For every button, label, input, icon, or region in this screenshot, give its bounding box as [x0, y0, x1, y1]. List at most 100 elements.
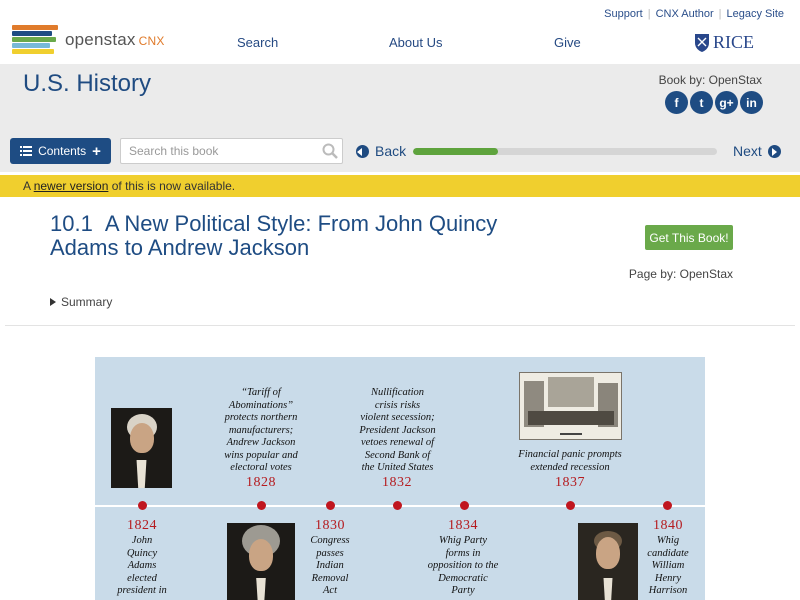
- event-text-line: elected: [127, 572, 157, 584]
- event-text-line: manufacturers;: [228, 424, 294, 436]
- event-1828-text: “Tariff of Abominations” protects northern…: [216, 387, 306, 475]
- linkedin-icon[interactable]: in: [740, 91, 763, 114]
- year-1840: 1840: [653, 518, 683, 533]
- event-text-line: electoral votes: [230, 462, 292, 473]
- year-1834: 1834: [448, 518, 478, 533]
- event-text-line: Party: [451, 585, 475, 596]
- event-text-line: Nullification: [370, 387, 425, 398]
- back-button[interactable]: Back: [356, 143, 406, 159]
- contents-label: Contents: [38, 144, 87, 158]
- event-text-line: opposition to the: [427, 560, 499, 571]
- nav-search[interactable]: Search: [237, 35, 278, 50]
- financial-panic-engraving: [519, 372, 622, 440]
- list-icon: [20, 146, 33, 156]
- event-text-line: Democratic: [438, 572, 488, 584]
- book-title[interactable]: U.S. History: [23, 70, 151, 98]
- timeline-dot: [393, 501, 402, 510]
- section-title-text: A New Political Style: From John Quincy …: [50, 211, 498, 260]
- event-text-line: forms in: [445, 547, 481, 559]
- year-1837: 1837: [555, 475, 585, 490]
- event-1840-text: Whig candidate William Henry Harrison: [638, 535, 698, 598]
- event-1830-text: Congress passes Indian Removal Act: [300, 535, 360, 598]
- google-plus-icon[interactable]: g+: [715, 91, 738, 114]
- year-1830: 1830: [315, 518, 345, 533]
- back-label: Back: [375, 143, 407, 159]
- event-text-line: Andrew Jackson: [226, 437, 296, 448]
- triangle-right-icon: [50, 298, 56, 306]
- book-progress-bar: [413, 148, 717, 155]
- next-label: Next: [733, 143, 762, 159]
- event-text-line: Quincy: [126, 547, 158, 559]
- timeline-dot: [257, 501, 266, 510]
- year-1824: 1824: [127, 518, 157, 533]
- page-author: Page by: OpenStax: [628, 267, 733, 281]
- get-this-book-button[interactable]: Get This Book!: [645, 225, 733, 250]
- event-text-line: extended recession: [530, 461, 610, 473]
- timeline-dot: [566, 501, 575, 510]
- event-text-line: passes: [316, 547, 344, 559]
- event-text-line: Henry: [654, 572, 682, 584]
- andrew-jackson-portrait: [227, 523, 295, 600]
- book-stack-icon: [12, 25, 58, 55]
- twitter-icon[interactable]: t: [690, 91, 713, 114]
- legacy-site-link[interactable]: Legacy Site: [722, 8, 789, 20]
- next-button[interactable]: Next: [733, 143, 781, 159]
- event-text-line: Whig Party: [438, 535, 488, 546]
- event-text-line: Indian: [316, 560, 344, 571]
- event-text-line: president in: [117, 585, 167, 596]
- event-text-line: candidate: [647, 547, 689, 559]
- section-title: 10.1 A New Political Style: From John Qui…: [50, 212, 570, 260]
- search-input[interactable]: [121, 139, 311, 163]
- social-share: f t g+ in: [665, 91, 763, 114]
- search-box: [120, 138, 343, 164]
- arrow-right-icon: [767, 144, 781, 158]
- event-text-line: John: [131, 535, 153, 546]
- plus-icon: +: [92, 142, 101, 160]
- event-text-line: Removal: [311, 572, 349, 584]
- event-text-line: Harrison: [648, 585, 688, 596]
- rice-wordmark: RICE: [713, 32, 755, 52]
- event-text-line: Adams: [127, 560, 157, 571]
- utility-links: Support | CNX Author | Legacy Site: [599, 8, 789, 20]
- support-link[interactable]: Support: [599, 8, 648, 20]
- timeline-dot: [326, 501, 335, 510]
- rice-logo[interactable]: RICE: [694, 32, 754, 53]
- search-icon[interactable]: [322, 143, 338, 159]
- event-text-line: Abominations”: [228, 399, 294, 411]
- event-1837-text: Financial panic prompts extended recessio…: [505, 449, 635, 474]
- arrow-left-icon: [356, 144, 369, 158]
- event-text-line: wins popular and: [224, 449, 298, 461]
- event-text-line: protects northern: [224, 412, 298, 423]
- contents-button[interactable]: Contents +: [10, 138, 111, 164]
- event-1824-text: John Quincy Adams elected president in: [112, 535, 172, 598]
- openstax-logo[interactable]: openstax CNX: [12, 25, 172, 57]
- event-text-line: Financial panic prompts: [518, 449, 622, 460]
- john-quincy-adams-portrait: [111, 408, 172, 488]
- event-text-line: President Jackson: [359, 424, 436, 436]
- book-author: Book by: OpenStax: [658, 73, 762, 87]
- progress-fill: [413, 148, 499, 155]
- event-text-line: violent secession;: [360, 412, 435, 423]
- timeline-dot: [663, 501, 672, 510]
- year-1828: 1828: [246, 475, 276, 490]
- logo-text: openstax CNX: [65, 30, 165, 49]
- event-1834-text: Whig Party forms in opposition to the Democ…: [413, 535, 513, 598]
- event-text-line: the United States: [361, 462, 434, 473]
- event-text-line: vetoes renewal of: [360, 437, 435, 448]
- facebook-icon[interactable]: f: [665, 91, 688, 114]
- event-text-line: Act: [323, 585, 337, 596]
- shield-icon: [695, 33, 709, 52]
- timeline-dot: [138, 501, 147, 510]
- year-1832: 1832: [382, 475, 412, 490]
- summary-label: Summary: [61, 295, 113, 309]
- summary-toggle[interactable]: Summary: [50, 295, 112, 309]
- event-1832-text: Nullification crisis risks violent secessi…: [350, 387, 445, 475]
- nav-about-us[interactable]: About Us: [389, 35, 442, 50]
- divider: [5, 325, 795, 326]
- event-text-line: Congress: [310, 535, 350, 546]
- event-text-line: Second Bank of: [364, 449, 431, 461]
- newer-version-link[interactable]: newer version: [34, 179, 109, 193]
- nav-give[interactable]: Give: [554, 35, 581, 50]
- timeline-figure: “Tariff of Abominations” protects northern…: [95, 357, 705, 600]
- cnx-author-link[interactable]: CNX Author: [651, 8, 719, 20]
